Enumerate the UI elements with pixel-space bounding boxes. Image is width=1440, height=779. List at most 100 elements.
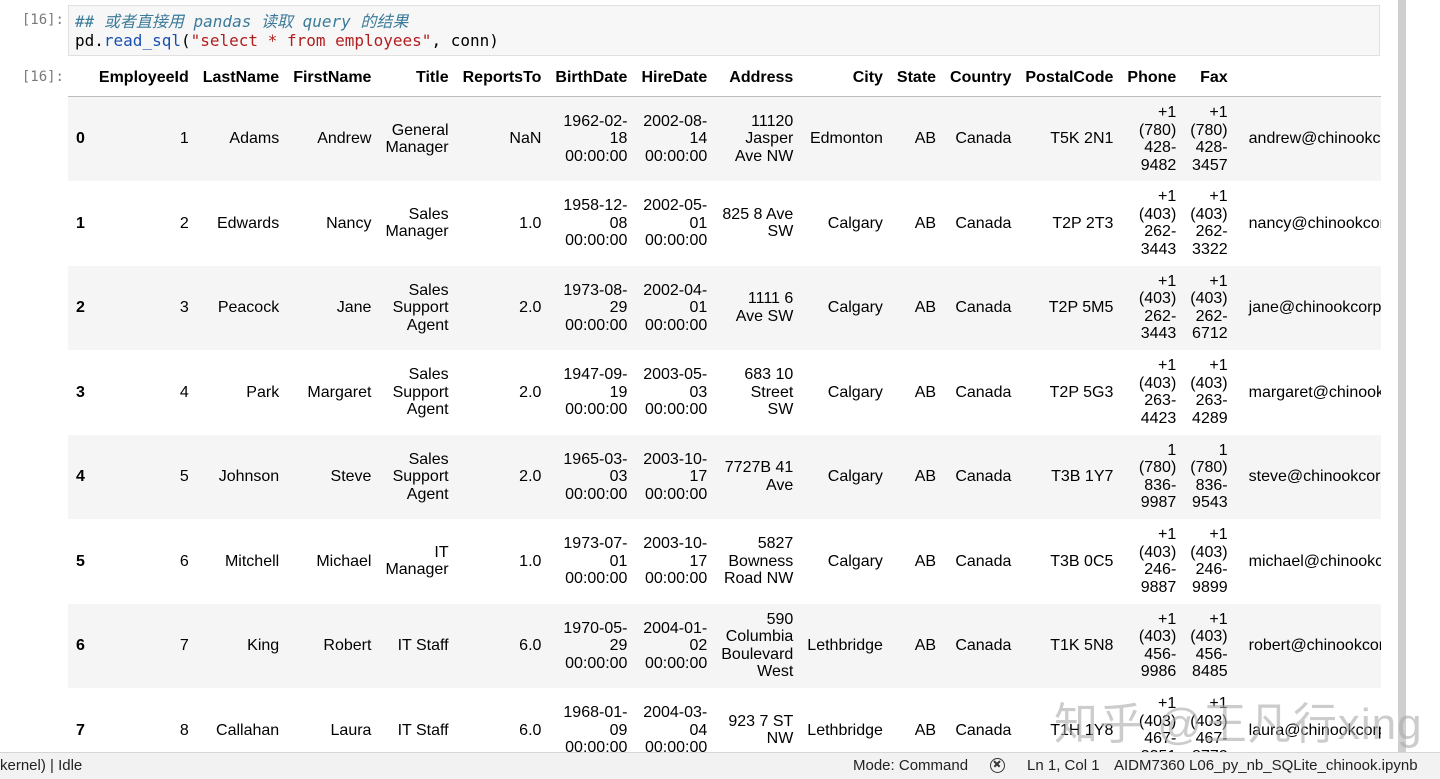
table-cell: margaret@chinookcorp.com <box>1248 383 1381 401</box>
table-cell: +1 (403) 456-8485 <box>1190 610 1228 681</box>
dataframe-output[interactable]: EmployeeId LastName FirstName Title ReportsT… <box>68 60 1381 752</box>
kernel-status[interactable]: kernel) | Idle <box>0 753 82 779</box>
vertical-scrollbar-thumb[interactable] <box>1398 0 1406 752</box>
table-cell: andrew@chinookcorp.com <box>1248 130 1381 148</box>
table-cell: +1 (403) 262-6712 <box>1190 272 1228 343</box>
code-comment: ## 或者直接用 pandas 读取 query 的结果 <box>75 12 409 31</box>
dataframe-table: EmployeeId LastName FirstName Title ReportsT… <box>68 60 1381 752</box>
table-cell: 1973-08-29 00:00:00 <box>563 281 628 334</box>
table-cell: Callahan <box>216 721 280 739</box>
table-cell: Park <box>246 383 280 401</box>
column-header: Phone <box>1120 60 1184 97</box>
table-cell: 1 (780) 836-9987 <box>1138 441 1177 512</box>
table-cell: +1 (403) 246-9899 <box>1190 526 1228 596</box>
table-header-row: EmployeeId LastName FirstName Title ReportsT… <box>68 60 1381 97</box>
table-cell: Sales Manager <box>385 205 449 241</box>
table-cell: 6 <box>179 552 189 570</box>
code-rest: , conn) <box>431 31 499 50</box>
column-header: Address <box>714 60 801 97</box>
table-cell: 1965-03-03 00:00:00 <box>563 450 628 503</box>
table-cell: Calgary <box>827 299 883 316</box>
index-header <box>68 60 92 97</box>
table-cell: +1 (403) 262-3443 <box>1138 188 1177 258</box>
table-cell: 1111 6 Ave SW <box>735 290 794 325</box>
column-header: Email <box>1234 60 1381 97</box>
debugger-icon[interactable] <box>990 758 1005 773</box>
table-cell: T2P 5G3 <box>1049 383 1114 401</box>
table-cell: 5827 Bowness Road NW <box>723 535 794 587</box>
table-cell: Calgary <box>827 552 883 570</box>
status-bar: kernel) | Idle Mode: Command Ln 1, Col 1… <box>0 752 1440 779</box>
table-cell: Sales Support Agent <box>392 366 449 418</box>
mode-indicator[interactable]: Mode: Command <box>853 753 968 779</box>
table-cell: 2002-05-01 00:00:00 <box>643 197 708 249</box>
table-cell: michael@chinookcorp.com <box>1248 552 1381 570</box>
table-cell: AB <box>914 214 937 232</box>
code-cell[interactable]: ## 或者直接用 pandas 读取 query 的结果 pd.read_sql… <box>68 5 1380 56</box>
table-cell: Canada <box>955 552 1012 570</box>
code-func: read_sql <box>103 31 181 50</box>
table-row: 0 1 Adams Andrew General Manager NaN 1962-02-1… <box>68 96 1381 181</box>
table-cell: NaN <box>509 130 542 148</box>
table-cell: jane@chinookcorp.com <box>1248 299 1381 316</box>
table-cell: T1H 1Y8 <box>1050 721 1114 739</box>
table-cell: T1K 5N8 <box>1050 637 1114 654</box>
code-string: "select * from employees" <box>190 31 432 50</box>
table-cell: AB <box>914 299 937 316</box>
table-row: 7 8 Callahan Laura IT Staff 6.0 1968-01-09 00:… <box>68 688 1381 752</box>
table-cell: Canada <box>955 468 1012 485</box>
table-cell: 590 Columbia Boulevard West <box>721 610 794 681</box>
table-cell: 2004-03-04 00:00:00 <box>643 704 708 752</box>
table-cell: Jane <box>336 299 372 316</box>
table-cell: 6.0 <box>519 637 542 654</box>
table-cell: 1968-01-09 00:00:00 <box>563 704 628 752</box>
column-header: State <box>889 60 944 97</box>
table-cell: T3B 1Y7 <box>1051 468 1114 485</box>
table-cell: 2.0 <box>519 299 542 316</box>
cursor-position[interactable]: Ln 1, Col 1 <box>1027 753 1100 779</box>
table-cell: AB <box>914 552 937 570</box>
table-cell: +1 (403) 262-3443 <box>1138 272 1177 343</box>
table-cell: robert@chinookcorp.com <box>1248 637 1381 654</box>
table-cell: 683 10 Street SW <box>744 366 794 418</box>
table-cell: 5 <box>179 468 189 485</box>
table-cell: nancy@chinookcorp.com <box>1248 214 1381 232</box>
table-cell: Michael <box>316 552 372 570</box>
table-cell: Canada <box>955 637 1012 654</box>
column-header: FirstName <box>286 60 379 97</box>
table-row: 3 4 Park Margaret Sales Support Agent 2.0 1947… <box>68 350 1381 435</box>
table-cell: T5K 2N1 <box>1050 130 1114 148</box>
table-cell: 4 <box>179 383 189 401</box>
column-header: EmployeeId <box>91 60 196 97</box>
table-cell: 1962-02-18 00:00:00 <box>563 112 628 165</box>
table-row: 6 7 King Robert IT Staff 6.0 1970-05-29 00:00:… <box>68 603 1381 688</box>
vertical-scrollbar-track[interactable] <box>1406 0 1440 752</box>
table-cell: AB <box>914 130 937 148</box>
table-cell: Peacock <box>217 299 280 316</box>
table-row: 5 6 Mitchell Michael IT Manager 1.0 1973-07-01… <box>68 519 1381 604</box>
table-cell: Calgary <box>827 214 883 232</box>
column-header: LastName <box>195 60 287 97</box>
table-cell: 2002-04-01 00:00:00 <box>643 281 708 334</box>
table-cell: 1.0 <box>519 552 542 570</box>
column-header: HireDate <box>634 60 715 97</box>
table-cell: Adams <box>229 130 280 148</box>
code-module: pd <box>75 31 95 50</box>
input-prompt: [16]: <box>21 12 64 28</box>
row-index: 3 <box>76 383 85 401</box>
table-cell: Sales Support Agent <box>392 450 449 503</box>
row-index: 1 <box>76 214 85 232</box>
table-cell: 1958-12-08 00:00:00 <box>563 197 628 249</box>
table-cell: AB <box>914 383 937 401</box>
table-cell: 3 <box>179 299 189 316</box>
table-cell: AB <box>914 637 937 654</box>
table-cell: Canada <box>955 214 1012 232</box>
row-index: 7 <box>76 721 85 739</box>
table-cell: Lethbridge <box>807 721 883 739</box>
table-cell: 1970-05-29 00:00:00 <box>563 619 628 672</box>
table-cell: Margaret <box>307 383 372 401</box>
table-cell: AB <box>914 721 937 739</box>
table-cell: +1 (403) 467-8772 <box>1190 695 1228 752</box>
table-cell: 8 <box>179 721 189 739</box>
table-cell: 1 <box>179 130 189 148</box>
